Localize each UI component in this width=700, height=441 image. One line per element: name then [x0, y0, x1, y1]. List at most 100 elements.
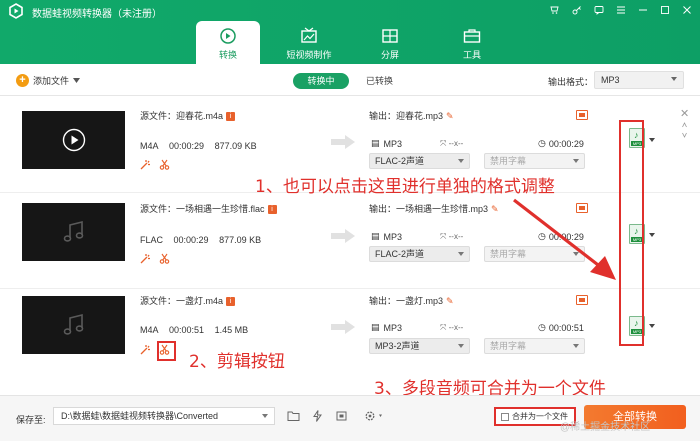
file-thumbnail[interactable] [22, 296, 125, 354]
tab-video-maker[interactable]: 短视频制作 [277, 21, 341, 64]
output-file-name: 输出：一盏灯.mp3 ✎ [369, 296, 454, 306]
annotation-cut-tip: 2、剪辑按钮 [189, 352, 285, 372]
close-window-icon[interactable] [680, 3, 694, 17]
scissors-icon[interactable] [159, 159, 170, 170]
subtitle-select[interactable]: 禁用字幕 [484, 338, 585, 354]
minimize-icon[interactable] [636, 3, 650, 17]
watermark: @稀土掘金技术社区 [560, 422, 651, 433]
output-format: ▤ MP3 [371, 322, 403, 333]
audio-channel-select[interactable]: MP3-2声道 [369, 338, 470, 354]
tab-split-screen[interactable]: 分屏 [358, 21, 422, 64]
clock-icon: ◷ [538, 322, 546, 332]
format-highlight-box [619, 120, 644, 346]
info-icon[interactable]: i [226, 297, 236, 307]
chevron-down-icon[interactable] [649, 324, 655, 328]
audio-file-icon: ▤ [371, 231, 380, 241]
key-icon[interactable] [570, 3, 584, 17]
audio-channel-select[interactable]: FLAC-2声道 [369, 153, 470, 169]
chevron-down-icon [671, 77, 677, 81]
chevron-down-icon[interactable] [649, 138, 655, 142]
convert-arrow-icon [331, 229, 355, 243]
info-icon[interactable]: i [267, 205, 277, 215]
music-note-icon [63, 313, 83, 335]
output-resolution: ⤧ --x-- [440, 139, 464, 148]
chevron-down-icon [458, 344, 464, 348]
source-meta: M4A 00:00:51 1.45 MB [140, 325, 249, 335]
convert-arrow-icon [331, 135, 355, 149]
resize-icon: ⤧ [440, 232, 449, 241]
enhance-icon[interactable] [140, 253, 151, 264]
chevron-down-icon [458, 159, 464, 163]
edit-name-icon[interactable]: ✎ [491, 204, 499, 214]
source-meta: FLAC 00:00:29 877.09 KB [140, 235, 262, 245]
file-row: 源文件：一盏灯.m4a i M4A 00:00:51 1.45 MB 输出：一盏灯… [0, 289, 700, 385]
split-screen-icon [382, 29, 398, 43]
hardware-accel-icon[interactable] [311, 410, 324, 422]
scissors-icon[interactable] [159, 253, 170, 264]
toolbar: + 添加文件 转换中 已转换 输出格式： MP3 [0, 64, 700, 96]
checkbox-icon[interactable] [501, 412, 509, 421]
cut-highlight-box [157, 341, 176, 361]
resize-icon: ⤧ [440, 139, 449, 148]
output-duration: ◷ 00:00:29 [538, 138, 584, 149]
plus-icon: + [16, 74, 29, 87]
output-settings-icon[interactable] [576, 295, 588, 305]
chevron-down-icon[interactable] [649, 233, 655, 237]
audio-channel-select[interactable]: FLAC-2声道 [369, 246, 470, 262]
app-title: 数据蛙视频转换器（未注册） [32, 9, 162, 20]
add-file-button[interactable]: + 添加文件 [16, 74, 81, 87]
tab-converting[interactable]: 转换中 [293, 73, 349, 89]
output-duration: ◷ 00:00:51 [538, 322, 584, 333]
video-maker-icon [301, 27, 317, 43]
menu-icon[interactable] [614, 3, 628, 17]
source-meta: M4A 00:00:29 877.09 KB [140, 141, 257, 151]
app-logo-icon [9, 3, 23, 19]
file-thumbnail[interactable] [22, 203, 125, 261]
output-resolution: ⤧ --x-- [440, 232, 464, 241]
folder-icon[interactable] [287, 410, 300, 422]
save-to-label: 保存至: [16, 415, 46, 425]
output-format-select[interactable]: MP3 [594, 71, 684, 89]
convert-arrow-icon [331, 320, 355, 334]
save-path-select[interactable]: D:\数据蛙\数据蛙视频转换器\Converted [53, 407, 275, 425]
output-format-label: 输出格式： [548, 77, 594, 87]
play-icon[interactable] [62, 128, 86, 152]
edit-tools [140, 253, 170, 264]
subtitle-select[interactable]: 禁用字幕 [484, 153, 585, 169]
enhance-icon[interactable] [140, 159, 151, 170]
edit-name-icon[interactable]: ✎ [446, 296, 454, 306]
audio-file-icon: ▤ [371, 138, 380, 148]
cart-icon[interactable] [548, 3, 562, 17]
tab-converted[interactable]: 已转换 [366, 74, 393, 87]
audio-file-icon: ▤ [371, 322, 380, 332]
edit-tools [140, 159, 170, 170]
settings-gear-icon[interactable] [364, 410, 386, 422]
chevron-down-icon [262, 414, 268, 418]
clock-icon: ◷ [538, 138, 546, 148]
output-file-name: 输出：迎春花.mp3 ✎ [369, 111, 454, 121]
output-format: ▤ MP3 [371, 138, 403, 149]
annotation-format-tip: 1、也可以点击这里进行单独的格式调整 [255, 177, 555, 197]
annotation-arrow-icon [513, 198, 616, 280]
chevron-down-icon [73, 78, 81, 83]
info-icon[interactable]: i [226, 112, 236, 122]
music-note-icon [63, 220, 83, 242]
feedback-icon[interactable] [592, 3, 606, 17]
tab-convert[interactable]: 转换 [196, 21, 260, 64]
toolbox-icon [463, 29, 481, 43]
convert-icon [220, 28, 236, 44]
chevron-down-icon [458, 252, 464, 256]
source-file-name: 源文件：一场相遇一生珍惜.flac i [140, 202, 277, 215]
enhance-icon[interactable] [140, 344, 151, 355]
file-thumbnail[interactable] [22, 111, 125, 169]
maximize-icon[interactable] [658, 3, 672, 17]
output-resolution: ⤧ --x-- [440, 323, 464, 332]
chevron-down-icon [573, 159, 579, 163]
tab-toolbox[interactable]: 工具 [440, 21, 504, 64]
output-file-name: 输出：一场相遇一生珍惜.mp3 ✎ [369, 204, 499, 214]
edit-name-icon[interactable]: ✎ [446, 111, 454, 121]
gpu-icon[interactable] [335, 410, 348, 422]
output-settings-icon[interactable] [576, 110, 588, 120]
resize-icon: ⤧ [440, 323, 449, 332]
output-format: ▤ MP3 [371, 231, 403, 242]
